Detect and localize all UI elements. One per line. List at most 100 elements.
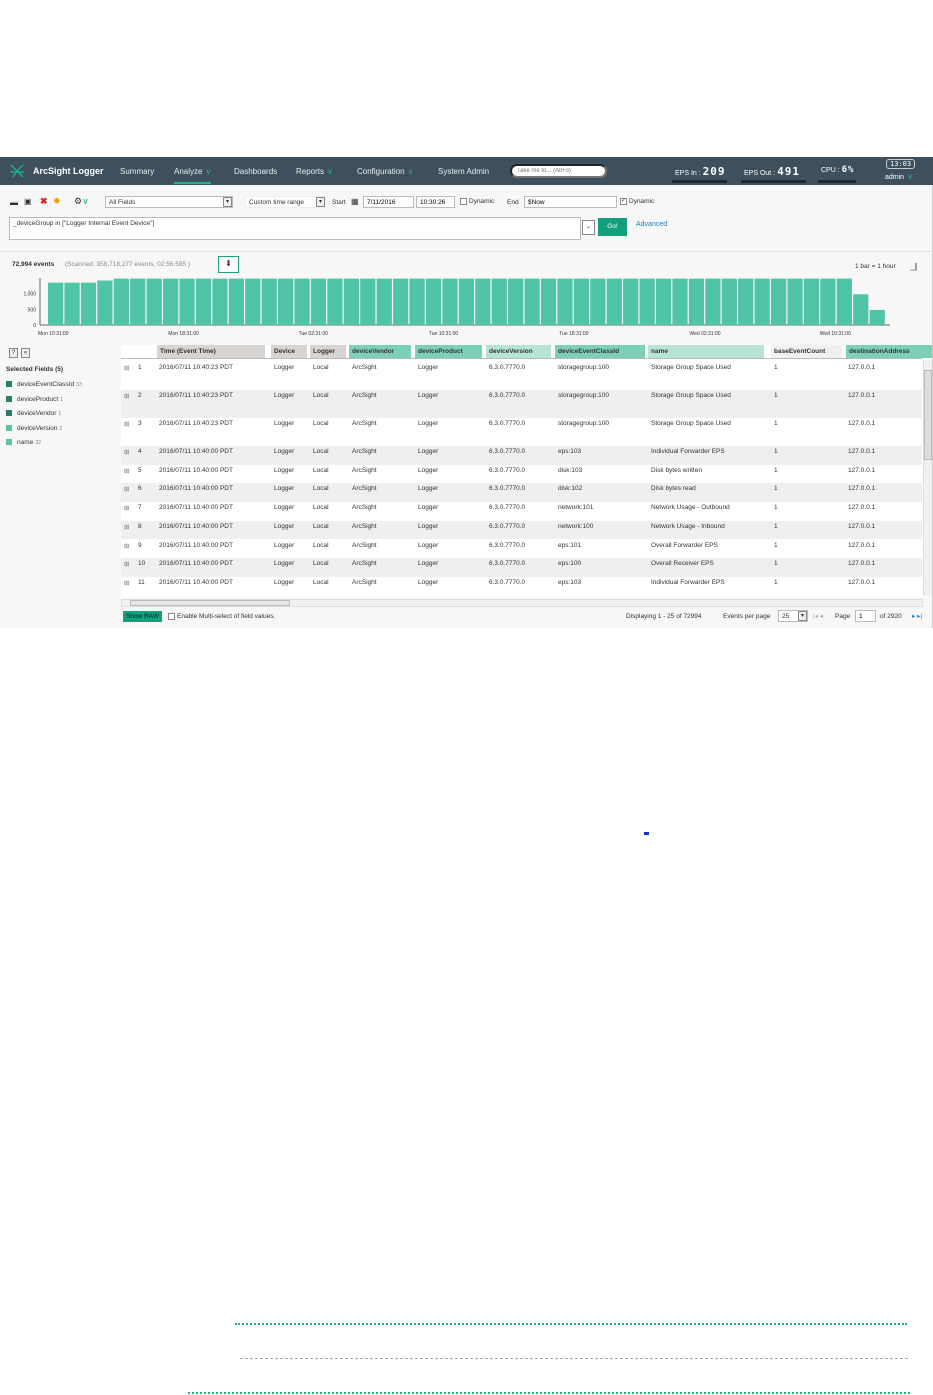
table-cell[interactable]: 1 (774, 579, 778, 586)
table-cell[interactable]: storagegroup:100 (558, 392, 609, 399)
histogram-bar[interactable] (475, 278, 491, 325)
histogram-bar[interactable] (655, 278, 672, 325)
table-cell[interactable]: Logger (418, 560, 438, 567)
column-header[interactable]: deviceVendor (349, 345, 411, 358)
nav-analyze[interactable]: Analyze ∨ (174, 167, 212, 184)
histogram-bar[interactable] (606, 278, 622, 325)
table-cell[interactable]: Local (313, 485, 329, 492)
table-cell[interactable]: Logger (418, 542, 438, 549)
table-cell[interactable]: Storage Group Space Used (651, 392, 731, 399)
table-cell[interactable]: Logger (418, 448, 438, 455)
histogram-bar[interactable] (590, 278, 606, 325)
table-cell[interactable]: Logger (274, 392, 294, 399)
column-header[interactable]: baseEventCount (771, 345, 842, 358)
table-cell[interactable]: 1 (774, 560, 778, 567)
per-page-select[interactable]: 25 ▾ (778, 610, 808, 622)
end-dynamic-checkbox[interactable]: ✓ Dynamic (620, 198, 654, 205)
table-cell[interactable]: Overall Receiver EPS (651, 560, 714, 567)
table-cell[interactable]: ArcSight (352, 364, 377, 371)
table-cell[interactable]: eps:101 (558, 542, 581, 549)
histogram-bar[interactable] (820, 278, 836, 325)
histogram-bar[interactable] (97, 280, 113, 325)
table-cell[interactable]: Local (313, 523, 329, 530)
histogram-bar[interactable] (787, 278, 803, 325)
histogram-bar[interactable] (442, 278, 458, 325)
nav-system-admin[interactable]: System Admin (438, 167, 489, 176)
table-cell[interactable]: Logger (274, 560, 294, 567)
table-cell[interactable]: ArcSight (352, 504, 377, 511)
histogram-bar[interactable] (738, 278, 754, 325)
table-cell[interactable]: ArcSight (352, 542, 377, 549)
nav-reports[interactable]: Reports ∨ (296, 167, 333, 176)
column-header[interactable]: deviceProduct (415, 345, 482, 358)
table-cell[interactable]: Local (313, 420, 329, 427)
table-cell[interactable]: Individual Forwarder EPS (651, 579, 725, 586)
table-cell[interactable]: 127.0.0.1 (848, 523, 875, 530)
table-cell[interactable]: 6.3.0.7770.0 (489, 448, 525, 455)
time-range-select[interactable]: Custom time range ▾ (245, 196, 326, 208)
histogram-bar[interactable] (803, 278, 820, 325)
table-cell[interactable]: 127.0.0.1 (848, 467, 875, 474)
histogram-bar[interactable] (294, 278, 310, 325)
collapse-icon[interactable]: « (21, 348, 30, 358)
histogram-bar[interactable] (409, 278, 425, 325)
table-cell[interactable]: eps:103 (558, 448, 581, 455)
expand-row-icon[interactable]: ⊞ (124, 560, 129, 568)
table-cell[interactable]: Local (313, 467, 329, 474)
gear-icon[interactable]: ⚙∨ (74, 196, 89, 207)
histogram-bar[interactable] (360, 278, 376, 325)
table-cell[interactable]: Overall Forwarder EPS (651, 542, 718, 549)
histogram-bar[interactable] (113, 278, 129, 325)
histogram-bar[interactable] (573, 278, 590, 325)
table-cell[interactable]: ArcSight (352, 560, 377, 567)
table-cell[interactable]: 1 (774, 364, 778, 371)
histogram-bar[interactable] (146, 278, 162, 325)
scroll-thumb[interactable] (924, 370, 932, 460)
table-cell[interactable]: Logger (418, 392, 438, 399)
table-cell[interactable]: storagegroup:100 (558, 364, 609, 371)
column-header[interactable]: Device (271, 345, 307, 358)
column-header[interactable]: deviceEventClassId (555, 345, 645, 358)
user-menu[interactable]: admin ∨ (885, 172, 913, 181)
clear-icon[interactable]: ✸ (53, 196, 61, 207)
table-cell[interactable]: disk:102 (558, 485, 582, 492)
table-cell[interactable]: Logger (274, 485, 294, 492)
selected-field-item[interactable]: deviceProduct 1 (6, 396, 63, 403)
start-time-input[interactable] (416, 196, 455, 208)
histogram-bar[interactable] (195, 278, 212, 325)
table-cell[interactable]: storagegroup:100 (558, 420, 609, 427)
histogram-bar[interactable] (327, 278, 343, 325)
histogram-bar[interactable] (163, 278, 179, 325)
table-cell[interactable]: 127.0.0.1 (848, 485, 875, 492)
table-row[interactable]: ⊞ 2 2016/07/11 10:40:23 PDT Logger Local ArcS… (121, 390, 922, 418)
horizontal-scrollbar[interactable] (121, 599, 923, 607)
table-cell[interactable]: eps:103 (558, 579, 581, 586)
table-cell[interactable]: Network Usage - Outbound (651, 504, 730, 511)
table-row[interactable]: ⊞ 5 2016/07/11 10:40:00 PDT Logger Local ArcS… (121, 464, 922, 484)
end-input[interactable] (524, 196, 617, 208)
table-cell[interactable]: 1 (774, 542, 778, 549)
selected-field-item[interactable]: deviceVendor 1 (6, 410, 61, 417)
column-header[interactable]: deviceVersion (486, 345, 551, 358)
table-cell[interactable]: 127.0.0.1 (848, 364, 875, 371)
table-cell[interactable]: Local (313, 448, 329, 455)
table-cell[interactable]: 6.3.0.7770.0 (489, 364, 525, 371)
table-cell[interactable]: Logger (418, 364, 438, 371)
expand-row-icon[interactable]: ⊞ (124, 523, 129, 531)
start-dynamic-checkbox[interactable]: Dynamic (460, 198, 494, 205)
table-cell[interactable]: Logger (274, 364, 294, 371)
histogram-bar[interactable] (721, 278, 737, 325)
table-cell[interactable]: network:100 (558, 523, 593, 530)
table-cell[interactable]: network:101 (558, 504, 593, 511)
table-cell[interactable]: 6.3.0.7770.0 (489, 504, 525, 511)
advanced-link[interactable]: Advanced (636, 221, 667, 228)
table-cell[interactable]: ArcSight (352, 523, 377, 530)
table-row[interactable]: ⊞ 8 2016/07/11 10:40:00 PDT Logger Local ArcS… (121, 520, 922, 540)
table-cell[interactable]: Local (313, 542, 329, 549)
table-cell[interactable]: Local (313, 579, 329, 586)
page-input[interactable] (855, 610, 876, 622)
go-button[interactable]: Go! (598, 218, 627, 236)
histogram-bar[interactable] (343, 278, 359, 325)
table-cell[interactable]: Logger (274, 579, 294, 586)
table-cell[interactable]: 6.3.0.7770.0 (489, 579, 525, 586)
